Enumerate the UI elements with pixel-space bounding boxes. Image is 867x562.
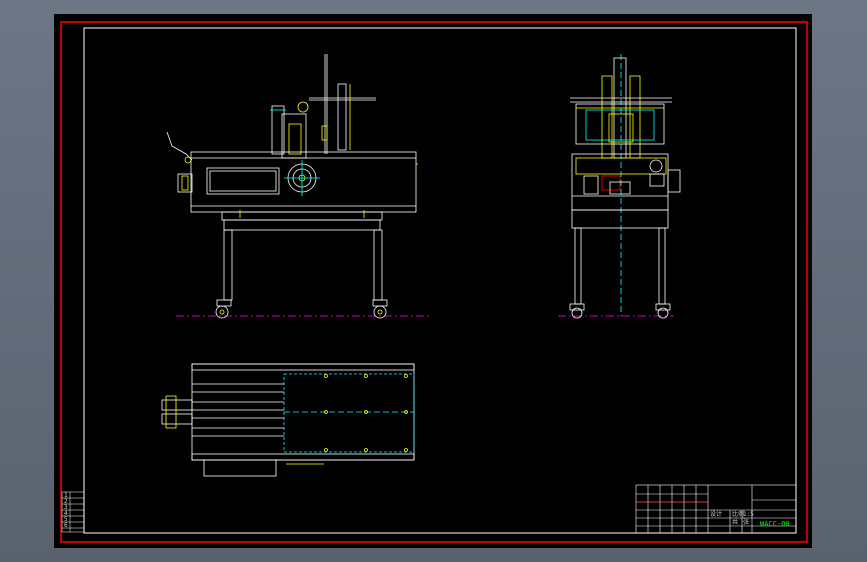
top-plan-view [161,363,415,477]
drawing-number: WACC-00 [760,520,790,528]
cad-drawing: 1 2 3 4 5 6 设计 比例 1:5 共 张 WACC-00 [60,21,808,543]
cad-viewport[interactable]: 1 2 3 4 5 6 设计 比例 1:5 共 张 WACC-00 [54,14,812,548]
side-elevation-view [558,54,681,319]
title-block-cell: 设计 [710,510,722,518]
front-elevation-view [166,54,432,319]
sheet-border-red [60,21,808,543]
drawing-frame [83,27,797,534]
title-block-cell: 1:5 [743,511,754,518]
title-block-cell: 张 [743,518,749,526]
revision-strip-labels: 1 2 3 4 5 6 [64,492,68,529]
revision-row: 6 [64,522,68,529]
title-block-cell: 共 [732,518,738,526]
